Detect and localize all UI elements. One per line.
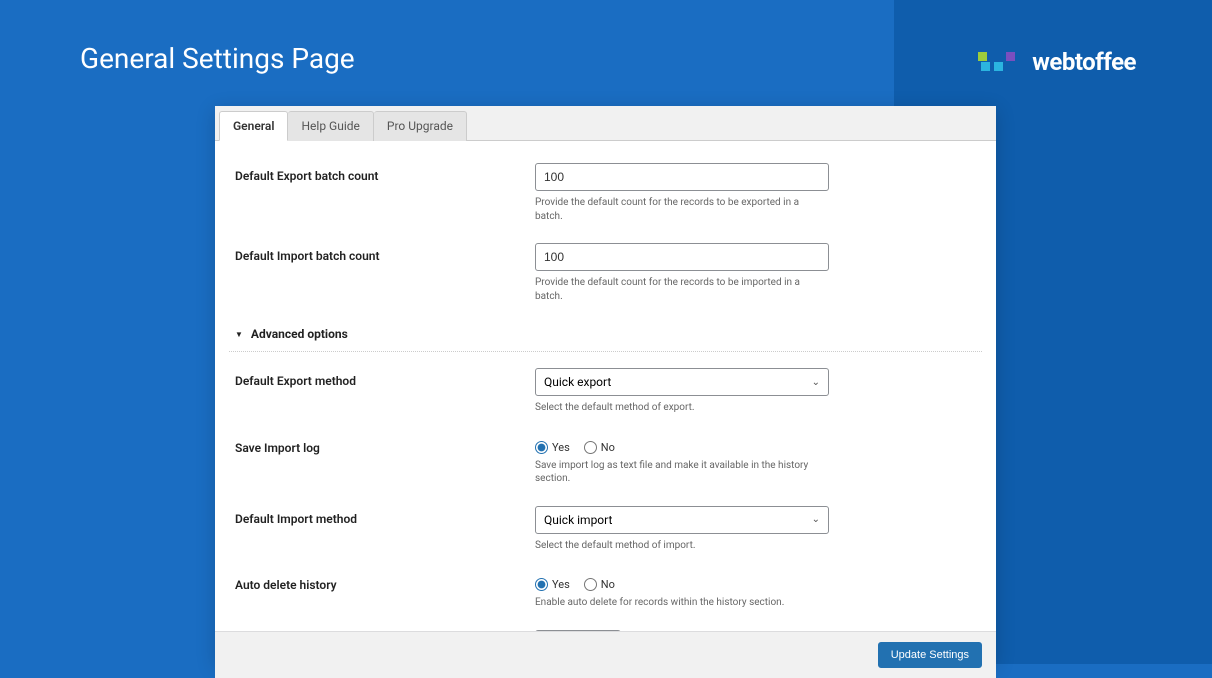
triangle-down-icon: ▼ <box>235 330 243 339</box>
input-import-batch[interactable] <box>535 243 829 271</box>
chevron-down-icon: ⌄ <box>812 514 820 525</box>
help-export-method: Select the default method of export. <box>535 401 829 415</box>
select-import-method[interactable]: Quick import ⌄ <box>535 506 829 534</box>
row-export-method: Default Export method Quick export ⌄ Sel… <box>229 368 982 415</box>
help-auto-delete: Enable auto delete for records within th… <box>535 596 829 610</box>
radio-auto-delete-yes[interactable]: Yes <box>535 578 570 591</box>
radio-save-log-yes[interactable]: Yes <box>535 441 570 454</box>
input-max-entries[interactable] <box>535 630 621 632</box>
label-import-method: Default Import method <box>229 506 535 526</box>
brand-logo: webtoffee <box>978 48 1136 76</box>
panel-footer: Update Settings <box>215 631 996 678</box>
input-export-batch[interactable] <box>535 163 829 191</box>
page-title: General Settings Page <box>80 42 355 75</box>
tab-pro-upgrade[interactable]: Pro Upgrade <box>374 111 467 141</box>
brand-name: webtoffee <box>1032 48 1136 76</box>
select-export-method-value: Quick export <box>544 375 611 389</box>
help-save-import-log: Save import log as text file and make it… <box>535 459 829 486</box>
label-export-method: Default Export method <box>229 368 535 388</box>
row-export-batch: Default Export batch count Provide the d… <box>229 163 982 223</box>
tabs-bar: General Help Guide Pro Upgrade <box>215 106 996 141</box>
radio-auto-delete-no[interactable]: No <box>584 578 615 591</box>
tab-help-guide[interactable]: Help Guide <box>288 111 373 141</box>
label-save-import-log: Save Import log <box>229 435 535 455</box>
update-settings-button[interactable]: Update Settings <box>878 642 982 668</box>
help-export-batch: Provide the default count for the record… <box>535 196 829 223</box>
radio-save-log-no[interactable]: No <box>584 441 615 454</box>
panel-body: Default Export batch count Provide the d… <box>215 141 996 631</box>
row-save-import-log: Save Import log Yes No Save import log a… <box>229 435 982 486</box>
advanced-heading: Advanced options <box>251 327 348 341</box>
row-max-entries: Maximum entries Indicates the maximum re… <box>229 630 982 632</box>
label-max-entries: Maximum entries <box>229 630 535 632</box>
row-import-method: Default Import method Quick import ⌄ Sel… <box>229 506 982 553</box>
settings-panel: General Help Guide Pro Upgrade Default E… <box>215 106 996 664</box>
row-import-batch: Default Import batch count Provide the d… <box>229 243 982 303</box>
label-import-batch: Default Import batch count <box>229 243 535 263</box>
select-import-method-value: Quick import <box>544 513 612 527</box>
row-auto-delete: Auto delete history Yes No Enable auto d… <box>229 572 982 610</box>
select-export-method[interactable]: Quick export ⌄ <box>535 368 829 396</box>
chevron-down-icon: ⌄ <box>812 377 820 388</box>
advanced-options-toggle[interactable]: ▼ Advanced options <box>229 323 982 352</box>
label-export-batch: Default Export batch count <box>229 163 535 183</box>
label-auto-delete: Auto delete history <box>229 572 535 592</box>
help-import-method: Select the default method of import. <box>535 539 829 553</box>
logo-icon <box>978 52 1024 72</box>
tab-general[interactable]: General <box>219 111 288 141</box>
help-import-batch: Provide the default count for the record… <box>535 276 829 303</box>
